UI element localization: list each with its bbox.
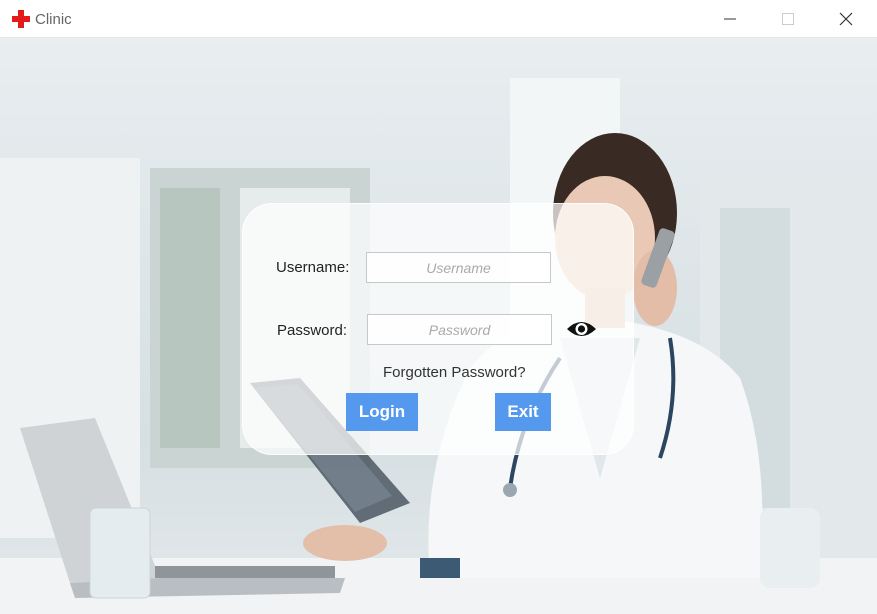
maximize-icon — [782, 13, 794, 25]
title-bar: Clinic — [0, 0, 877, 38]
close-icon — [839, 12, 853, 26]
password-label: Password: — [277, 322, 348, 339]
username-input[interactable] — [366, 252, 551, 283]
window-title: Clinic — [35, 11, 72, 28]
password-input[interactable] — [367, 314, 552, 345]
minimize-icon — [724, 18, 736, 20]
eye-icon[interactable] — [566, 318, 597, 340]
close-button[interactable] — [817, 0, 875, 38]
maximize-button[interactable] — [759, 0, 817, 38]
minimize-button[interactable] — [701, 0, 759, 38]
red-cross-icon — [12, 10, 30, 28]
forgot-password-link[interactable]: Forgotten Password? — [383, 364, 526, 381]
login-button[interactable]: Login — [346, 393, 418, 431]
exit-button[interactable]: Exit — [495, 393, 551, 431]
username-label: Username: — [276, 259, 350, 276]
